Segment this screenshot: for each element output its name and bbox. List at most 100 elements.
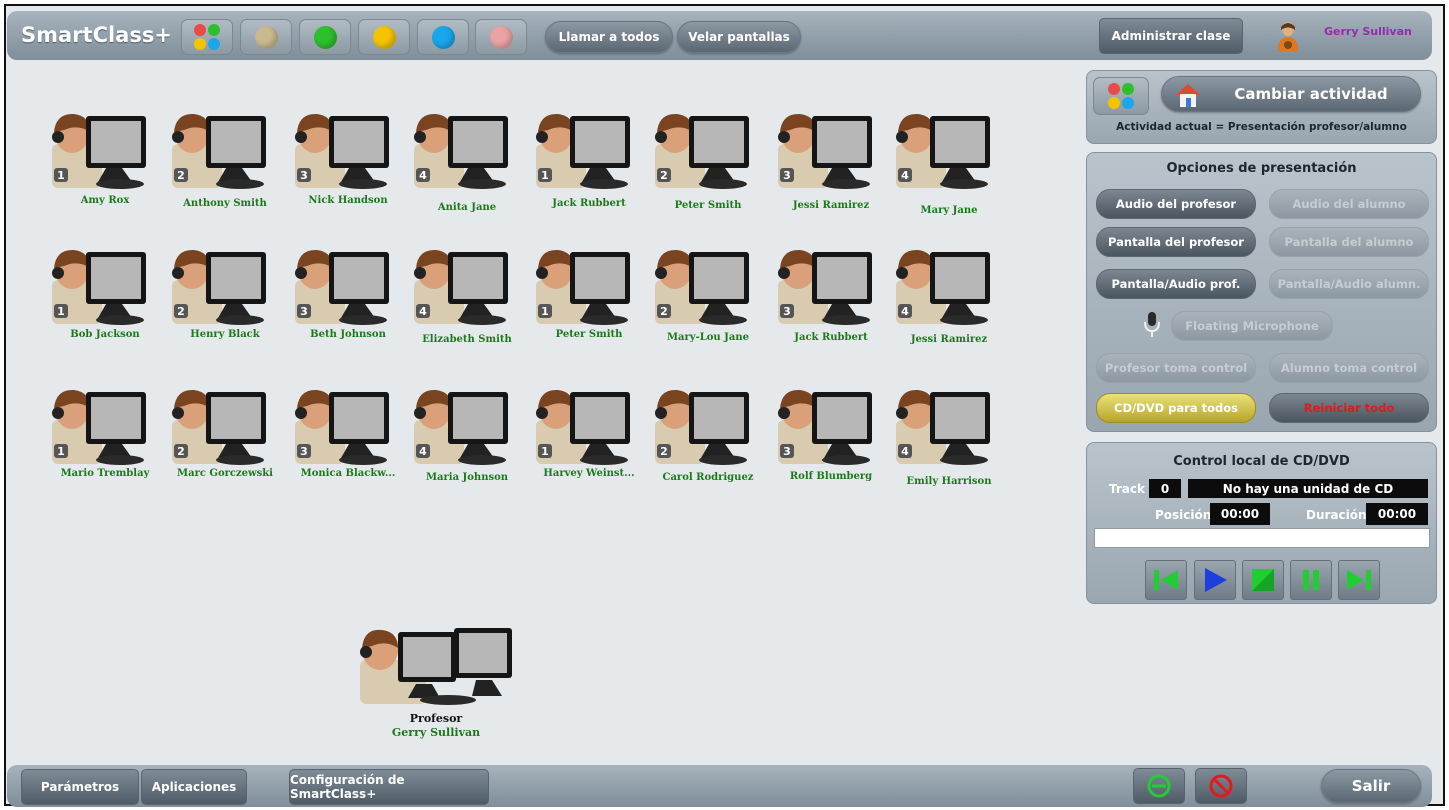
cd-progress-bar[interactable] [1094, 528, 1430, 548]
student-station[interactable]: 2 Mary-Lou Jane [653, 246, 773, 366]
reset-all-button[interactable]: Reiniciar todo [1269, 393, 1429, 423]
group-pink-button[interactable] [475, 19, 527, 55]
student-name: Maria Johnson [425, 472, 509, 483]
student-computer-icon: 1 [52, 113, 146, 189]
student-computer-icon: 2 [655, 113, 749, 189]
student-station[interactable]: 1 Peter Smith [534, 246, 654, 366]
floating-microphone-button[interactable]: Floating Microphone [1171, 311, 1333, 341]
student-computer-icon: 2 [172, 389, 266, 465]
student-station[interactable]: 3 Monica Blackw... [293, 386, 413, 506]
svg-text:2: 2 [177, 169, 185, 182]
student-name: Anita Jane [437, 202, 497, 213]
student-control-button[interactable]: Alumno toma control [1269, 353, 1429, 383]
microphone-icon [1144, 312, 1160, 337]
presentation-options-panel: Opciones de presentación Audio del profe… [1086, 152, 1437, 432]
pause-button[interactable] [1290, 560, 1332, 600]
svg-text:1: 1 [57, 305, 65, 318]
parameters-button[interactable]: Parámetros [21, 769, 139, 805]
student-station[interactable]: 3 Rolf Blumberg [776, 386, 896, 506]
svg-text:1: 1 [541, 169, 549, 182]
teacher-screen-audio-button[interactable]: Pantalla/Audio prof. [1096, 269, 1256, 299]
all-groups-button[interactable] [181, 19, 233, 55]
student-station[interactable]: 3 Jack Rubbert [776, 246, 896, 366]
stop-icon [1252, 569, 1274, 591]
manage-class-button[interactable]: Administrar clase [1099, 18, 1243, 54]
svg-text:3: 3 [300, 169, 308, 182]
block-button[interactable] [1195, 768, 1247, 804]
student-name: Carol Rodriguez [662, 472, 754, 483]
svg-text:1: 1 [541, 305, 549, 318]
group-beige-button[interactable] [240, 19, 292, 55]
student-computer-icon: 1 [536, 249, 630, 325]
activity-groups-button[interactable] [1093, 77, 1149, 115]
svg-text:2: 2 [660, 169, 668, 182]
student-station[interactable]: 1 Jack Rubbert [534, 110, 654, 230]
student-name: Peter Smith [674, 200, 742, 211]
exit-button[interactable]: Salir [1321, 769, 1421, 803]
student-computer-icon: 1 [52, 389, 146, 465]
student-station[interactable]: 2 Marc Gorczewski [170, 386, 290, 506]
svg-text:1: 1 [57, 445, 65, 458]
student-computer-icon: 1 [536, 389, 630, 465]
student-computer-icon: 4 [414, 113, 508, 189]
student-name: Jessi Ramirez [910, 334, 988, 345]
student-screen-button[interactable]: Pantalla del alumno [1269, 227, 1429, 257]
student-computer-icon: 4 [414, 249, 508, 325]
student-station[interactable]: 4 Mary Jane [894, 110, 1014, 230]
student-station[interactable]: 4 Emily Harrison [894, 386, 1014, 506]
teacher-station[interactable] [356, 626, 516, 706]
student-station[interactable]: 2 Carol Rodriguez [653, 386, 773, 506]
stop-button[interactable] [1242, 560, 1284, 600]
student-station[interactable]: 3 Beth Johnson [293, 246, 413, 366]
student-name: Mario Tremblay [60, 468, 150, 479]
student-station[interactable]: 2 Peter Smith [653, 110, 773, 230]
student-computer-icon: 3 [778, 389, 872, 465]
student-computer-icon: 4 [896, 389, 990, 465]
student-station[interactable]: 2 Anthony Smith [170, 110, 290, 230]
student-station[interactable]: 4 Anita Jane [412, 110, 532, 230]
student-station[interactable]: 3 Nick Handson [293, 110, 413, 230]
teacher-screen-button[interactable]: Pantalla del profesor [1096, 227, 1256, 257]
blank-screens-button[interactable]: Velar pantallas [677, 21, 801, 53]
student-station[interactable]: 4 Elizabeth Smith [412, 246, 532, 366]
smartclass-config-button[interactable]: Configuración de SmartClass+ [289, 769, 489, 805]
student-station[interactable]: 4 Jessi Ramirez [894, 246, 1014, 366]
minus-circle-icon [1147, 774, 1171, 798]
student-station[interactable]: 1 Amy Rox [50, 110, 170, 230]
group-green-button[interactable] [299, 19, 351, 55]
skip-back-icon [1154, 570, 1178, 590]
student-station[interactable]: 1 Mario Tremblay [50, 386, 170, 506]
group-yellow-button[interactable] [358, 19, 410, 55]
next-track-button[interactable] [1338, 560, 1380, 600]
all-groups-icon [1108, 83, 1134, 109]
cd-all-button[interactable]: CD/DVD para todos [1096, 393, 1256, 423]
app-title: SmartClass+ [21, 23, 172, 47]
student-station[interactable]: 4 Maria Johnson [412, 386, 532, 506]
beige-dot-icon [254, 25, 278, 49]
play-button[interactable] [1194, 560, 1236, 600]
teacher-control-button[interactable]: Profesor toma control [1096, 353, 1256, 383]
student-screen-audio-button[interactable]: Pantalla/Audio alumn. [1269, 269, 1429, 299]
yellow-dot-icon [372, 25, 396, 49]
student-station[interactable]: 3 Jessi Ramirez [776, 110, 896, 230]
svg-text:4: 4 [419, 445, 427, 458]
student-name: Nick Handson [308, 195, 388, 206]
enable-button[interactable] [1133, 768, 1185, 804]
prev-track-button[interactable] [1145, 560, 1187, 600]
applications-button[interactable]: Aplicaciones [141, 769, 247, 805]
student-name: Amy Rox [80, 195, 130, 206]
cd-title: Control local de CD/DVD [1173, 454, 1350, 469]
teacher-audio-button[interactable]: Audio del profesor [1096, 189, 1256, 219]
user-avatar-icon [1278, 22, 1298, 51]
student-station[interactable]: 1 Harvey Weinst... [534, 386, 654, 506]
student-station[interactable]: 1 Bob Jackson [50, 246, 170, 366]
student-computer-icon: 4 [896, 113, 990, 189]
student-station[interactable]: 2 Henry Black [170, 246, 290, 366]
change-activity-button[interactable]: Cambiar actividad [1161, 76, 1421, 112]
call-all-button[interactable]: Llamar a todos [545, 21, 673, 53]
student-audio-button[interactable]: Audio del alumno [1269, 189, 1429, 219]
group-blue-button[interactable] [417, 19, 469, 55]
student-computer-icon: 1 [536, 113, 630, 189]
svg-text:4: 4 [901, 169, 909, 182]
current-activity-text: Actividad actual = Presentación profesor… [1116, 121, 1407, 133]
